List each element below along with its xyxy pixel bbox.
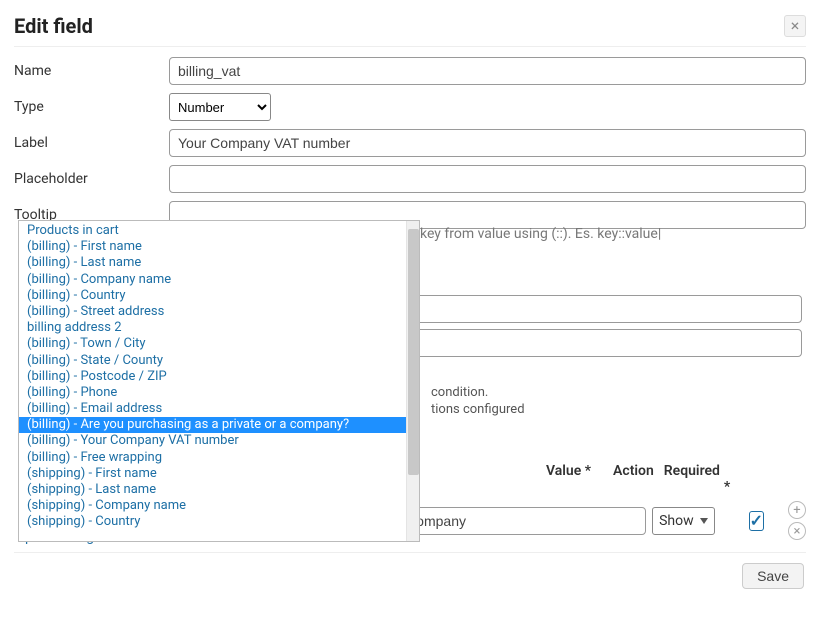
condition-action-select[interactable]: Show: [652, 507, 715, 535]
close-icon: ×: [791, 18, 800, 34]
dropdown-option[interactable]: (shipping) - First name: [19, 466, 406, 482]
col-value: Value *: [546, 463, 591, 479]
dropdown-option[interactable]: (billing) - Are you purchasing as a priv…: [19, 417, 406, 433]
dropdown-option[interactable]: (billing) - Postcode / ZIP: [19, 369, 406, 385]
type-select[interactable]: Number: [169, 93, 271, 121]
save-button[interactable]: Save: [742, 563, 804, 589]
dropdown-option[interactable]: (billing) - Town / City: [19, 336, 406, 352]
placeholder-label: Placeholder: [14, 171, 169, 187]
field-dropdown-popup: Products in cart(billing) - First name(b…: [18, 220, 420, 542]
dialog-title: Edit field: [14, 14, 93, 38]
remove-condition-button[interactable]: ×: [788, 522, 806, 540]
dropdown-option[interactable]: (billing) - First name: [19, 239, 406, 255]
note-line-1: condition.: [431, 385, 806, 400]
name-input[interactable]: [169, 57, 806, 85]
dropdown-option[interactable]: (shipping) - Country: [19, 514, 406, 530]
condition-value-input[interactable]: [397, 507, 646, 535]
x-icon: ×: [794, 524, 801, 539]
placeholder-input[interactable]: [169, 165, 806, 193]
dropdown-option[interactable]: (billing) - Free wrapping: [19, 450, 406, 466]
scrollbar-thumb[interactable]: [408, 229, 419, 475]
dropdown-option[interactable]: (billing) - Phone: [19, 385, 406, 401]
condition-required-checkbox[interactable]: ✓: [749, 511, 764, 531]
col-required-star: *: [712, 479, 742, 495]
dialog-header: Edit field ×: [14, 14, 806, 47]
condition-action-text: Show: [659, 513, 694, 529]
label-input[interactable]: [169, 129, 806, 157]
dropdown-option[interactable]: (billing) - Country: [19, 288, 406, 304]
dropdown-option[interactable]: (billing) - Email address: [19, 401, 406, 417]
dropdown-option[interactable]: (shipping) - Last name: [19, 482, 406, 498]
dropdown-option[interactable]: (billing) - Street address: [19, 304, 406, 320]
chevron-down-icon: [700, 518, 708, 524]
note-line-2: tions configured: [431, 402, 806, 417]
type-label: Type: [14, 99, 169, 115]
field-dropdown-list[interactable]: Products in cart(billing) - First name(b…: [19, 221, 406, 541]
dropdown-option[interactable]: (billing) - Last name: [19, 255, 406, 271]
dropdown-option[interactable]: (billing) - Your Company VAT number: [19, 433, 406, 449]
dropdown-scrollbar[interactable]: [406, 221, 419, 541]
col-required: Required: [664, 463, 720, 479]
name-label: Name: [14, 63, 169, 79]
add-condition-button[interactable]: +: [788, 501, 806, 519]
col-action: Action: [613, 463, 654, 479]
dropdown-option[interactable]: (billing) - Company name: [19, 272, 406, 288]
options-placeholder-fragment: key from value using (::). Es. key::valu…: [420, 226, 661, 242]
dropdown-option[interactable]: (billing) - State / County: [19, 353, 406, 369]
plus-icon: +: [793, 503, 800, 518]
dropdown-option[interactable]: (shipping) - Company name: [19, 498, 406, 514]
close-button[interactable]: ×: [784, 15, 806, 37]
dropdown-option[interactable]: billing address 2: [19, 320, 406, 336]
check-icon: ✓: [750, 511, 763, 530]
dropdown-option[interactable]: Products in cart: [19, 223, 406, 239]
label-label: Label: [14, 135, 169, 151]
